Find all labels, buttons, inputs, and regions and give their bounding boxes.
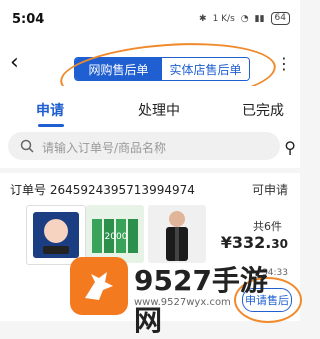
product-image-3 — [166, 211, 188, 261]
product-thumbnail-3[interactable] — [148, 205, 206, 263]
product-thumbnail-1[interactable] — [26, 205, 86, 265]
tab-apply[interactable]: 申请 — [36, 100, 64, 120]
status-icons: ✱ 1 K/s ◔ ▮▮ 64 — [199, 12, 290, 25]
order-number: 订单号 2645924395713994974 — [10, 183, 195, 197]
back-icon[interactable]: ‹ — [10, 52, 19, 74]
filter-icon[interactable]: ⚲ — [284, 138, 296, 157]
search-placeholder: 请输入订单号/商品名称 — [42, 141, 167, 155]
order-status: 可申请 — [251, 183, 288, 197]
svg-text:2000: 2000 — [105, 232, 128, 242]
item-count: 共6件 — [253, 220, 282, 233]
product-thumbnail-2[interactable]: 2000 — [86, 205, 144, 263]
tab-completed[interactable]: 已完成 — [242, 100, 284, 120]
signal-icon: ▮▮ — [254, 13, 265, 24]
bluetooth-icon: ✱ — [199, 13, 207, 24]
search-row: 请输入订单号/商品名称 ⚲ — [0, 128, 300, 168]
status-bar: 5:04 ✱ 1 K/s ◔ ▮▮ 64 — [0, 0, 300, 34]
watermark: 9527手游网 www.9527wyx.com — [70, 257, 290, 337]
order-price: ¥332.30 — [221, 233, 288, 252]
product-image-1 — [33, 212, 79, 258]
horse-logo-icon — [70, 257, 128, 315]
price-decimal: 30 — [271, 237, 288, 251]
price-main: ¥332. — [220, 233, 272, 252]
more-icon[interactable]: ⋮ — [276, 54, 292, 73]
wifi-icon: ◔ — [240, 13, 249, 24]
search-input[interactable]: 请输入订单号/商品名称 — [8, 132, 280, 160]
tabs: 申请 处理中 已完成 — [0, 86, 300, 128]
tab-processing[interactable]: 处理中 — [138, 100, 180, 120]
battery-indicator: 64 — [270, 12, 290, 25]
tab-underline — [38, 124, 64, 127]
search-icon — [20, 139, 34, 153]
product-image-2: 2000 — [92, 219, 138, 253]
watermark-url: www.9527wyx.com — [134, 297, 231, 308]
status-time: 5:04 — [12, 12, 45, 27]
app-header: ‹ 网购售后单 实体店售后单 ⋮ — [0, 34, 300, 112]
network-speed: 1 K/s — [212, 13, 235, 24]
